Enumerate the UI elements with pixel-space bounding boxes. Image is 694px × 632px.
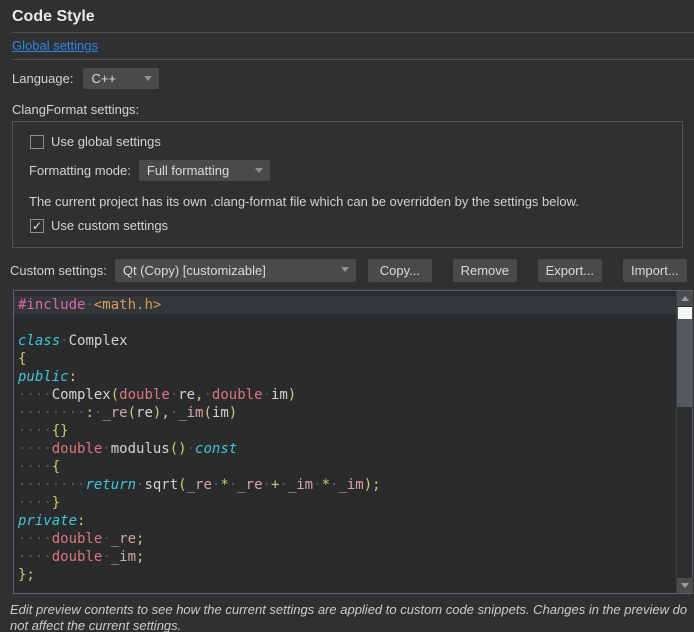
- scroll-down-button[interactable]: [677, 578, 693, 593]
- scrollbar-thumb[interactable]: [677, 307, 693, 407]
- custom-settings-dropdown[interactable]: Qt (Copy) [customizable]: [115, 259, 356, 282]
- formatting-mode-value: Full formatting: [147, 163, 229, 178]
- import-button[interactable]: Import...: [623, 259, 687, 282]
- clang-format-file-note: The current project has its own .clang-f…: [29, 194, 666, 209]
- language-value: C++: [91, 71, 116, 86]
- formatting-mode-dropdown[interactable]: Full formatting: [139, 160, 270, 181]
- code-line[interactable]: ····}: [14, 494, 676, 512]
- arrow-up-icon: [681, 296, 689, 301]
- code-line[interactable]: {: [14, 350, 676, 368]
- preview-hint-text: Edit preview contents to see how the cur…: [10, 602, 688, 632]
- chevron-down-icon: [144, 76, 152, 81]
- code-line[interactable]: private:: [14, 512, 676, 530]
- code-line[interactable]: ········:·_re(re),·_im(im): [14, 404, 676, 422]
- use-custom-settings-checkbox[interactable]: ✓: [30, 219, 44, 233]
- divider: [12, 32, 694, 33]
- clangformat-settings-label: ClangFormat settings:: [12, 102, 682, 117]
- arrow-down-icon: [681, 583, 689, 588]
- code-line[interactable]: ····double·modulus()·const: [14, 440, 676, 458]
- custom-settings-buttons: Copy... Remove Export... Import...: [356, 259, 687, 282]
- page-title: Code Style: [12, 7, 694, 26]
- code-line[interactable]: ········return·sqrt(_re·*·_re·+·_im·*·_i…: [14, 476, 676, 494]
- code-style-settings-page: Code Style Global settings Language: C++…: [0, 7, 694, 632]
- language-dropdown[interactable]: C++: [83, 68, 159, 89]
- use-global-settings-label: Use global settings: [51, 134, 161, 149]
- code-area[interactable]: #include·<math.h> class·Complex{public:·…: [14, 291, 676, 593]
- code-line[interactable]: public:: [14, 368, 676, 386]
- code-line[interactable]: ····{: [14, 458, 676, 476]
- language-label: Language:: [12, 71, 73, 86]
- export-button[interactable]: Export...: [538, 259, 602, 282]
- code-line[interactable]: #include·<math.h>: [14, 296, 676, 314]
- vertical-scrollbar[interactable]: [676, 291, 692, 593]
- remove-button[interactable]: Remove: [453, 259, 517, 282]
- code-line[interactable]: };: [14, 566, 676, 584]
- chevron-down-icon: [341, 267, 349, 272]
- divider: [12, 59, 694, 60]
- copy-button[interactable]: Copy...: [368, 259, 432, 282]
- formatting-mode-label: Formatting mode:: [29, 163, 131, 178]
- chevron-down-icon: [255, 168, 263, 173]
- scroll-up-button[interactable]: [677, 291, 693, 306]
- code-line[interactable]: ····{}: [14, 422, 676, 440]
- code-line[interactable]: class·Complex: [14, 332, 676, 350]
- cursor-position-marker: [678, 307, 692, 319]
- code-line[interactable]: ····double·_im;: [14, 548, 676, 566]
- use-global-settings-checkbox[interactable]: [30, 135, 44, 149]
- code-line[interactable]: ····double·_re;: [14, 530, 676, 548]
- custom-settings-value: Qt (Copy) [customizable]: [123, 263, 266, 278]
- clangformat-groupbox: Use global settings Formatting mode: Ful…: [12, 121, 683, 248]
- global-settings-link[interactable]: Global settings: [12, 38, 98, 53]
- custom-settings-label: Custom settings:: [10, 263, 107, 278]
- code-line[interactable]: [14, 314, 676, 332]
- code-line[interactable]: ····Complex(double·re,·double·im): [14, 386, 676, 404]
- code-preview-editor[interactable]: #include·<math.h> class·Complex{public:·…: [13, 290, 693, 594]
- use-custom-settings-label: Use custom settings: [51, 218, 168, 233]
